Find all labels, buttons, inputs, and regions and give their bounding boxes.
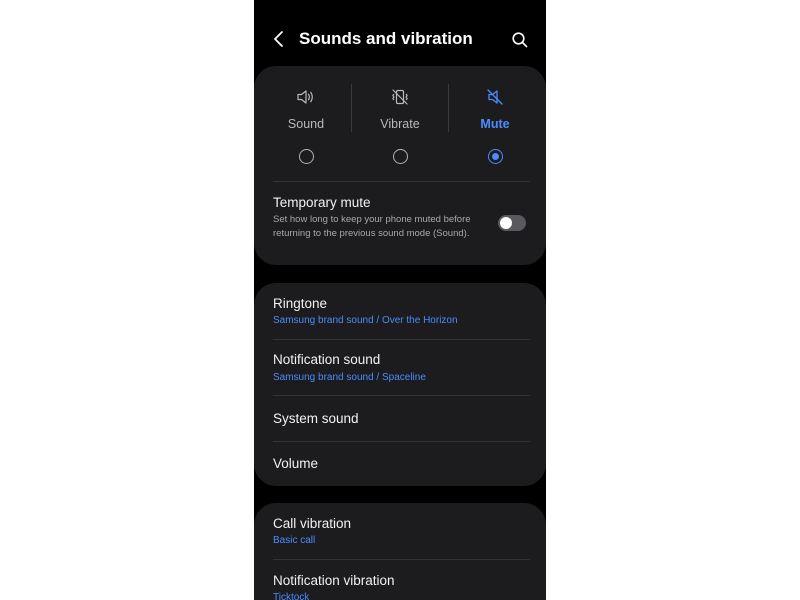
call-vibration-title: Call vibration [273, 516, 352, 531]
notification-vibration-subtitle: Ticktock [273, 592, 310, 600]
mode-label: Vibrate [380, 117, 420, 131]
radio-sound[interactable] [299, 149, 314, 164]
sound-mode-card: Sound Vibrate Mute Temporary mute Set ho… [254, 66, 546, 265]
temporary-mute-toggle[interactable] [498, 215, 526, 231]
volume-title: Volume [273, 456, 319, 471]
temporary-mute-title: Temporary mute [273, 195, 371, 210]
mode-option-vibrate[interactable]: Vibrate [352, 66, 448, 182]
sound-settings-card: Ringtone Samsung brand sound / Over the … [254, 283, 546, 486]
call-vibration-subtitle: Basic call [273, 535, 316, 546]
mode-label: Sound [287, 117, 325, 131]
toggle-knob [500, 217, 512, 229]
notification-sound-title: Notification sound [273, 352, 381, 367]
ringtone-row[interactable]: Ringtone Samsung brand sound / Over the … [254, 283, 546, 339]
page-title: Sounds and vibration [299, 29, 473, 48]
system-sound-title: System sound [273, 411, 359, 426]
ringtone-title: Ringtone [273, 296, 328, 311]
settings-screen: Sounds and vibration Sound Vibrate Mute … [254, 0, 546, 600]
vibrate-icon [389, 86, 411, 108]
mute-icon [484, 86, 506, 108]
radio-mute[interactable] [488, 149, 503, 164]
notification-sound-subtitle: Samsung brand sound / Spaceline [273, 372, 426, 383]
vibration-settings-card: Call vibration Basic call Notification v… [254, 503, 546, 600]
notification-sound-row[interactable]: Notification sound Samsung brand sound /… [254, 340, 546, 395]
mode-option-mute[interactable]: Mute [447, 66, 543, 182]
volume-row[interactable]: Volume [254, 442, 546, 486]
mode-option-sound[interactable]: Sound [258, 66, 354, 182]
temporary-mute-description: Set how long to keep your phone muted be… [273, 214, 471, 239]
ringtone-subtitle: Samsung brand sound / Over the Horizon [273, 315, 458, 326]
notification-vibration-title: Notification vibration [273, 573, 395, 588]
search-icon[interactable] [509, 29, 531, 51]
call-vibration-row[interactable]: Call vibration Basic call [254, 503, 546, 559]
back-arrow-icon[interactable] [268, 28, 290, 50]
radio-vibrate[interactable] [393, 149, 408, 164]
mode-label: Mute [480, 117, 510, 131]
speaker-icon [295, 86, 317, 108]
notification-vibration-row[interactable]: Notification vibration Ticktock [254, 560, 546, 600]
system-sound-row[interactable]: System sound [254, 396, 546, 441]
